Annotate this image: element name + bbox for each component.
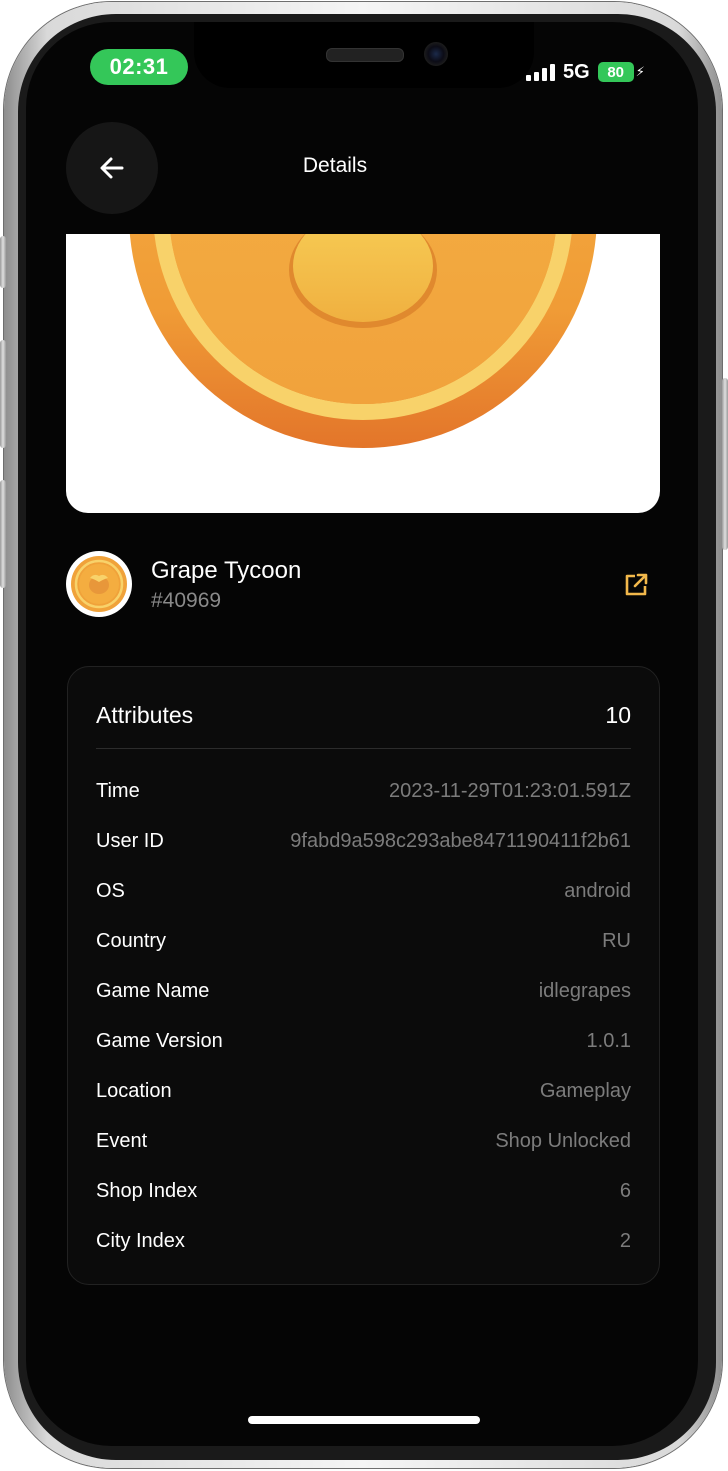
back-button[interactable] bbox=[66, 122, 158, 214]
attribute-value: Gameplay bbox=[539, 1080, 631, 1102]
game-id: #40969 bbox=[151, 589, 222, 612]
volume-down-button bbox=[0, 480, 6, 588]
attribute-row-game-version: Game Version 1.0.1 bbox=[96, 1017, 631, 1067]
attribute-row-game-name: Game Name idlegrapes bbox=[96, 967, 631, 1017]
status-indicators: 5G 80 ⚡ bbox=[526, 60, 645, 84]
attribute-row-user-id: User ID 9fabd9a598c293abe8471190411f2b61 bbox=[96, 817, 631, 867]
battery-icon: 80 bbox=[597, 62, 634, 82]
charging-icon: ⚡ bbox=[635, 64, 645, 79]
battery-level: 80 bbox=[607, 63, 625, 81]
attribute-value: 9fabd9a598c293abe8471190411f2b61 bbox=[290, 830, 631, 852]
attribute-key: Event bbox=[96, 1130, 148, 1152]
attribute-row-time: Time 2023-11-29T01:23:01.591Z bbox=[96, 767, 631, 817]
attributes-card: Attributes 10 Time 2023-11-29T01:23:01.5… bbox=[67, 666, 660, 1285]
attributes-title: Attributes bbox=[96, 702, 194, 728]
attribute-key: City Index bbox=[96, 1230, 185, 1252]
attribute-row-city-index: City Index 2 bbox=[96, 1217, 631, 1267]
attribute-value: 2023-11-29T01:23:01.591Z bbox=[388, 780, 631, 802]
attribute-key: Location bbox=[96, 1080, 172, 1102]
power-button bbox=[722, 378, 728, 550]
mute-switch bbox=[0, 236, 6, 288]
signal-strength-icon bbox=[526, 63, 555, 81]
external-link-button[interactable] bbox=[622, 571, 650, 599]
attribute-value: Shop Unlocked bbox=[495, 1130, 631, 1152]
attribute-key: Shop Index bbox=[96, 1180, 198, 1202]
attribute-key: OS bbox=[96, 880, 125, 902]
attribute-row-country: Country RU bbox=[96, 917, 631, 967]
attribute-key: Game Name bbox=[96, 980, 210, 1002]
coin-logo-icon bbox=[71, 556, 127, 612]
attribute-row-os: OS android bbox=[96, 867, 631, 917]
attributes-header: Attributes 10 bbox=[96, 667, 631, 749]
coin-image bbox=[129, 234, 597, 448]
attribute-key: Country bbox=[96, 930, 167, 952]
attribute-key: Game Version bbox=[96, 1030, 223, 1052]
attribute-value: android bbox=[564, 880, 631, 902]
attribute-value: 1.0.1 bbox=[586, 1030, 631, 1052]
game-logo bbox=[66, 551, 132, 617]
attribute-key: User ID bbox=[96, 830, 164, 852]
attribute-key: Time bbox=[96, 780, 140, 802]
earpiece-speaker bbox=[326, 48, 404, 62]
attribute-value: idlegrapes bbox=[538, 980, 631, 1002]
attribute-row-shop-index: Shop Index 6 bbox=[96, 1167, 631, 1217]
volume-up-button bbox=[0, 340, 6, 448]
attribute-value: 2 bbox=[619, 1230, 631, 1252]
arrow-left-icon bbox=[100, 157, 124, 179]
external-link-icon bbox=[625, 573, 648, 596]
attributes-list: Time 2023-11-29T01:23:01.591Z User ID 9f… bbox=[96, 767, 631, 1267]
status-time: 02:31 bbox=[90, 49, 188, 85]
game-banner-image bbox=[66, 234, 660, 513]
front-camera bbox=[424, 42, 448, 66]
page-title: Details bbox=[302, 154, 368, 177]
attributes-count: 10 bbox=[605, 702, 631, 728]
attribute-value: RU bbox=[602, 930, 631, 952]
network-type: 5G bbox=[563, 60, 590, 83]
attribute-row-location: Location Gameplay bbox=[96, 1067, 631, 1117]
attribute-row-event: Event Shop Unlocked bbox=[96, 1117, 631, 1167]
game-info-row: Grape Tycoon #40969 bbox=[66, 551, 660, 619]
screen: 02:31 5G 80 ⚡ Details Grape Tycoon #4096… bbox=[26, 22, 698, 1446]
game-name: Grape Tycoon bbox=[151, 557, 302, 584]
home-indicator[interactable] bbox=[248, 1416, 480, 1424]
attribute-value: 6 bbox=[619, 1180, 631, 1202]
notch bbox=[194, 22, 534, 88]
